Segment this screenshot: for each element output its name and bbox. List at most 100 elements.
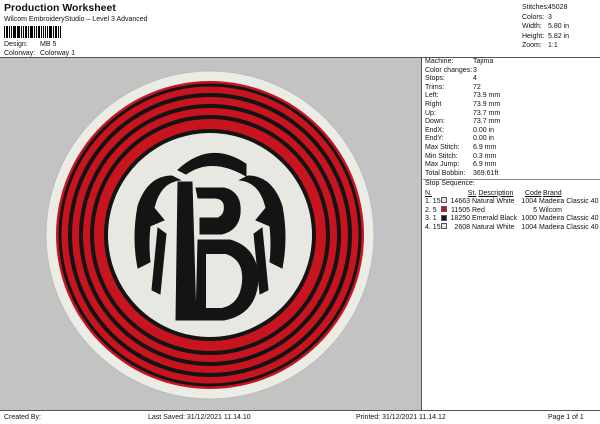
barcode-bar: [33, 26, 35, 38]
stop-index: 1.: [425, 197, 431, 205]
barcode-bar: [53, 26, 55, 38]
info-row: Max Stitch: 6.9 mm: [423, 144, 600, 153]
ring-slot: [347, 222, 352, 248]
info-label: Total Bobbin:: [425, 169, 466, 177]
embroidery-logo-image: [45, 70, 375, 400]
info-value: 3: [473, 66, 477, 74]
summary-row: Zoom: 1:1: [522, 41, 569, 51]
design-meta: Design: MB 5 Colorway: Colorway 1: [4, 40, 75, 58]
stop-number: 3. 1: [425, 215, 441, 224]
summary-value: 3: [548, 13, 552, 21]
col-code: Code: [524, 189, 542, 197]
stop-brand: Madeira Classic 40: [539, 215, 599, 223]
summary-label: Width:: [522, 23, 542, 31]
printed-date: Printed: 31/12/2021 11.14.12: [356, 414, 446, 421]
info-label: Stops:: [425, 75, 445, 83]
barcode-bar: [5, 26, 8, 38]
stop-code: 5: [533, 206, 537, 214]
design-preview: [0, 58, 422, 410]
stop-row: 4. 15 2608 Natural White 1004 Madeira Classi…: [423, 223, 600, 233]
summary-value: 45028: [548, 4, 568, 11]
colorway-value: Colorway 1: [40, 50, 76, 57]
stop-index: 2.: [425, 206, 431, 214]
stop-stitches: 14663: [450, 197, 470, 205]
stop-seq: 1: [432, 215, 437, 223]
machine-info: Machine: Tajima Color changes: 3 Stops: 4 Trim…: [423, 58, 600, 178]
col-st: St.: [467, 189, 477, 197]
info-value: 73.9 mm: [473, 100, 501, 108]
summary-row: Colors: 3: [522, 13, 569, 23]
barcode-bar: [18, 26, 21, 38]
barcode-bar: [55, 26, 58, 38]
info-row: Down: 73.7 mm: [423, 118, 600, 127]
ring-slot: [197, 372, 223, 377]
color-swatch-box: [441, 223, 447, 230]
info-label: Up:: [425, 109, 436, 117]
summary-panel: Stitches: 45028 Colors: 3 Width: 5.80 in He…: [522, 3, 569, 51]
info-value: 4: [473, 75, 477, 83]
barcode-bar: [35, 26, 37, 38]
barcode-bar: [59, 26, 61, 38]
summary-label: Zoom:: [522, 42, 542, 50]
info-row: EndX: 0.00 in: [423, 127, 600, 136]
info-row: Color changes: 3: [423, 67, 600, 76]
worksheet-header: Production Worksheet Wilcom EmbroiderySt…: [0, 0, 600, 58]
info-value: 6.9 mm: [473, 161, 497, 169]
info-label: Max Jump:: [425, 161, 460, 169]
barcode-bar: [16, 26, 18, 38]
summary-value: 5.80 in: [548, 23, 570, 31]
color-swatch-box: [441, 206, 447, 212]
col-spacer: [449, 189, 458, 198]
info-value: 73.7 mm: [473, 118, 501, 126]
summary-label: Stitches:: [522, 4, 549, 11]
info-value: 6.9 mm: [473, 143, 497, 151]
stop-seq: 5: [432, 206, 437, 214]
info-row: Machine: Tajima: [423, 58, 600, 67]
info-value: 0.3 mm: [473, 152, 497, 160]
barcode-bar: [4, 26, 5, 38]
barcode-bar: [47, 26, 49, 38]
info-label: Down:: [425, 118, 445, 126]
info-row: Min Stitch: 0.3 mm: [423, 153, 600, 162]
barcode: [4, 26, 62, 38]
barcode-bar: [49, 26, 53, 38]
stop-number: 1. 15: [425, 198, 441, 207]
stop-description: Emerald Black: [472, 215, 518, 223]
stop-code: 1004: [521, 223, 537, 231]
created-by: Created By:: [4, 414, 41, 421]
info-label: Left:: [425, 92, 439, 100]
stop-number: 4. 15: [425, 224, 441, 233]
stop-brand: Madeira Classic 40: [539, 197, 599, 205]
stop-seq: 15: [432, 197, 441, 205]
last-saved: Last Saved: 31/12/2021 11.14.10: [148, 414, 251, 421]
info-value: 0.00 in: [473, 135, 495, 143]
barcode-bar: [25, 26, 28, 38]
info-label: Max Stitch:: [425, 143, 460, 151]
ring-slot: [197, 93, 223, 98]
stop-seq: 15: [432, 223, 441, 231]
stop-sequence-rows: 1. 15 14663 Natural White 1004 Madeira Class…: [423, 197, 600, 233]
color-swatch-box: [441, 197, 447, 204]
design-row: Design: MB 5: [4, 40, 75, 49]
colorway-row: Colorway: Colorway 1: [4, 49, 75, 58]
stop-description: Natural White: [472, 197, 515, 205]
stop-number: 2. 5: [425, 207, 441, 216]
stop-index: 3.: [425, 215, 431, 223]
ring-slot: [198, 361, 222, 367]
barcode-bar: [8, 26, 10, 38]
info-label: Machine:: [425, 58, 454, 65]
info-value: 369.61ft: [473, 169, 499, 177]
barcode-bar: [10, 26, 12, 38]
info-label: Color changes:: [425, 66, 473, 74]
info-row: EndY: 0.00 in: [423, 135, 600, 144]
design-value: MB 5: [40, 41, 57, 48]
summary-row: Width: 5.80 in: [522, 22, 569, 32]
info-value: 73.7 mm: [473, 109, 501, 117]
info-row: Right 73.9 mm: [423, 101, 600, 110]
info-label: Right: [425, 100, 442, 108]
summary-row: Height: 5.82 in: [522, 32, 569, 42]
stop-description: Natural White: [472, 223, 515, 231]
barcode-bar: [23, 26, 25, 38]
barcode-bar: [40, 26, 42, 38]
barcode-bar: [58, 26, 59, 38]
